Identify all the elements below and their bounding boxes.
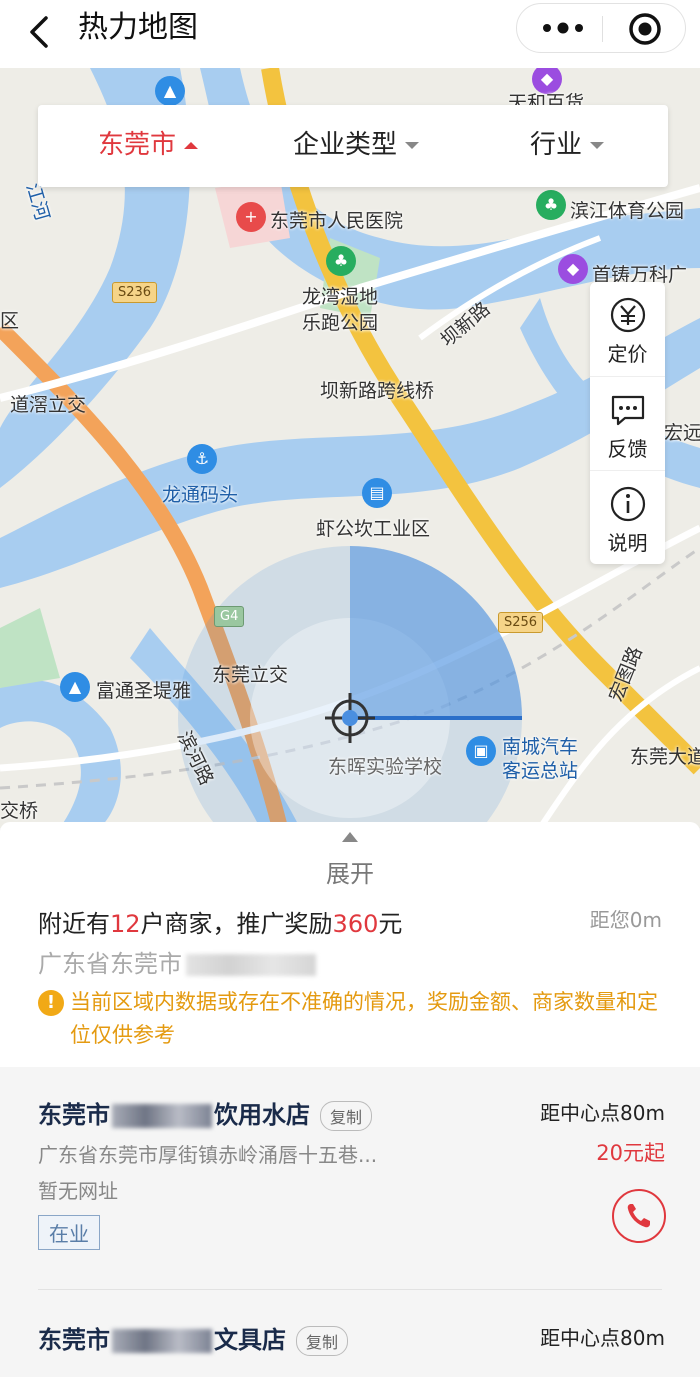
park-icon[interactable]: ♣ [326, 246, 356, 276]
merchant-website: 暂无网址 [38, 1179, 118, 1203]
info-button[interactable]: 说明 [590, 470, 665, 564]
filter-company-type-label: 企业类型 [293, 130, 398, 160]
map-label-stadium: 滨江体育公园 [570, 200, 685, 222]
redacted-blur [112, 1104, 212, 1128]
map-label-longtong: 龙通码头 [162, 484, 239, 506]
filter-city[interactable]: 东莞市 [98, 127, 199, 163]
filter-industry-label: 行业 [530, 130, 583, 160]
road-badge-g4: G4 [214, 606, 245, 627]
page-title: 热力地图 [78, 10, 198, 45]
caret-down-icon [590, 142, 605, 149]
merchant-price: 20元起 [596, 1141, 665, 1165]
yuan-icon [610, 297, 646, 333]
merchant-card[interactable]: 东莞市 文具店 复制 距中心点80m [0, 1292, 700, 1377]
merchant-name-prefix: 东莞市 [38, 1326, 110, 1354]
distance-from-you: 距您0m [589, 908, 662, 932]
pricing-button[interactable]: 定价 [590, 282, 665, 376]
merchant-name-suffix: 饮用水店 [214, 1101, 310, 1129]
feedback-button[interactable]: 反馈 [590, 376, 665, 470]
warning-icon: ! [38, 990, 64, 1016]
call-button[interactable] [612, 1189, 666, 1243]
chevron-left-icon[interactable] [22, 12, 56, 52]
info-label: 说明 [607, 531, 648, 555]
shopping-icon[interactable]: ◆ [558, 254, 588, 284]
summary-prefix: 附近有 [38, 910, 110, 938]
map-label-nancheng-1: 南城汽车 [502, 736, 579, 758]
map-label-hospital: 东莞市人民医院 [270, 210, 404, 232]
map-label-daoxi: 道滘立交 [10, 394, 87, 416]
feedback-icon [611, 395, 645, 426]
filter-industry[interactable]: 行业 [530, 127, 605, 163]
factory-icon[interactable]: ▤ [362, 478, 392, 508]
merchant-card[interactable]: 东莞市 饮用水店 复制 距中心点80m 广东省东莞市厚街镇赤岭涌唇十五巷... 20… [0, 1067, 700, 1290]
anchor-icon[interactable]: ⚓ [187, 444, 217, 474]
address-text: 广东省东莞市 [38, 950, 182, 978]
filter-company-type[interactable]: 企业类型 [293, 127, 420, 163]
filter-city-label: 东莞市 [98, 130, 177, 160]
current-address: 广东省东莞市 [38, 944, 316, 979]
info-icon [610, 486, 646, 522]
merchant-name-suffix: 文具店 [214, 1326, 286, 1354]
map-label-wetland-2: 乐跑公园 [302, 312, 379, 334]
map-label-bridge: 坝新路跨线桥 [320, 380, 435, 402]
notice-text: 当前区域内数据或存在不准确的情况，奖励金额、商家数量和定位仅供参考 [70, 990, 658, 1047]
summary-suffix: 元 [378, 910, 403, 938]
feedback-label: 反馈 [607, 437, 648, 461]
merchant-count: 12 [110, 910, 141, 938]
road-badge-s236: S236 [112, 282, 158, 303]
merchant-list[interactable]: 东莞市 饮用水店 复制 距中心点80m 广东省东莞市厚街镇赤岭涌唇十五巷... 20… [0, 1067, 700, 1377]
status-badge: 在业 [38, 1215, 100, 1250]
expand-button[interactable]: 展开 [0, 854, 700, 889]
nearby-summary: 附近有12户商家，推广奖励360元 [38, 904, 402, 939]
copy-button[interactable]: 复制 [320, 1101, 373, 1131]
merchant-name: 东莞市 文具店 复制 [38, 1320, 349, 1356]
phone-icon [627, 1204, 650, 1228]
capsule-divider [602, 16, 603, 42]
result-panel: 展开 附近有12户商家，推广奖励360元 距您0m 广东省东莞市 ! 当前区域内… [0, 822, 700, 1377]
nav-header: 热力地图 [0, 0, 700, 68]
park-icon[interactable]: ♣ [536, 190, 566, 220]
map-label-wetland-1: 龙湾湿地 [302, 286, 379, 308]
map-label-futong: 富通圣堤雅 [96, 680, 192, 702]
map-label-nancheng-2: 客运总站 [502, 760, 579, 782]
poi-building-icon[interactable]: ▲ [155, 76, 185, 106]
data-accuracy-notice: ! 当前区域内数据或存在不准确的情况，奖励金额、商家数量和定位仅供参考 [38, 986, 668, 1052]
road-badge-s256: S256 [498, 612, 544, 633]
more-dots-icon[interactable] [539, 16, 587, 40]
map-label-dongguan-lijiao: 东莞立交 [212, 664, 289, 686]
pricing-label: 定价 [607, 342, 648, 366]
map-label-yuan: 宏远 [664, 422, 700, 444]
bus-station-icon[interactable]: ▣ [466, 736, 496, 766]
redacted-blur [112, 1329, 212, 1353]
mini-program-capsule [516, 3, 686, 53]
redacted-blur [186, 954, 316, 976]
reward-amount: 360 [332, 910, 379, 938]
map-label-donghuan: 东莞大道 [630, 746, 700, 768]
map-label-qu: 区 [0, 310, 20, 332]
card-divider [38, 1289, 662, 1290]
map-label-xiagong: 虾公坎工业区 [316, 518, 431, 540]
merchant-name-prefix: 东莞市 [38, 1101, 110, 1129]
summary-mid: 户商家，推广奖励 [140, 910, 333, 938]
poi-building-icon[interactable]: ▲ [60, 672, 90, 702]
distance-to-center: 距中心点80m [540, 1326, 665, 1350]
caret-down-icon [405, 142, 420, 149]
caret-up-icon[interactable] [342, 832, 358, 842]
merchant-name: 东莞市 饮用水店 复制 [38, 1095, 373, 1131]
filter-bar: 东莞市 企业类型 行业 [38, 105, 668, 187]
copy-button[interactable]: 复制 [296, 1326, 349, 1356]
map-side-toolbar: 定价 反馈 说明 [590, 282, 665, 564]
map-label-jiaoqiao: 交桥 [0, 800, 39, 822]
caret-up-icon [184, 142, 199, 149]
target-circle-icon[interactable] [627, 11, 663, 47]
merchant-address: 广东省东莞市厚街镇赤岭涌唇十五巷... [38, 1143, 378, 1167]
map-label-donghui: 东晖实验学校 [328, 756, 443, 778]
hospital-icon[interactable]: + [236, 202, 266, 232]
distance-to-center: 距中心点80m [540, 1101, 665, 1125]
